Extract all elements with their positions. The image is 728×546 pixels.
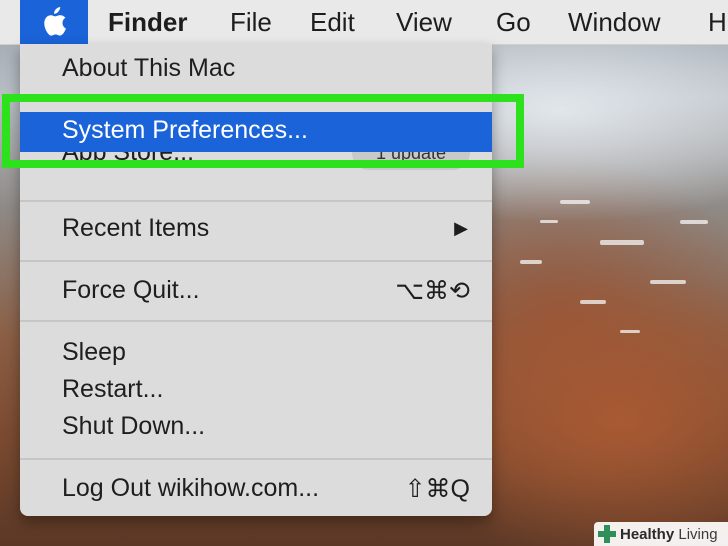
apple-menu-button[interactable]	[20, 0, 88, 44]
submenu-arrow-icon: ▶	[454, 218, 468, 238]
plus-logo-icon	[598, 525, 616, 543]
annotation-highlight-box	[2, 94, 524, 168]
recent-items-label: Recent Items	[62, 214, 210, 242]
shut-down-label: Shut Down...	[62, 412, 206, 440]
healthy-living-watermark: Healthy Living	[594, 522, 728, 546]
watermark-text: Healthy Living	[620, 526, 718, 543]
menu-edit[interactable]: Edit	[310, 0, 355, 44]
wallpaper-detail	[600, 240, 644, 245]
log-out-label: Log Out wikihow.com...	[62, 474, 320, 502]
menu-separator	[20, 260, 492, 262]
wallpaper-detail	[540, 220, 558, 223]
menu-bar: Finder File Edit View Go Window H	[0, 0, 728, 45]
menu-separator	[20, 200, 492, 202]
menu-help[interactable]: H	[708, 0, 727, 44]
menu-view[interactable]: View	[396, 0, 452, 44]
wallpaper-detail	[620, 330, 640, 333]
about-this-mac-item[interactable]: About This Mac	[20, 50, 492, 88]
wallpaper-detail	[560, 200, 590, 204]
wallpaper-detail	[680, 220, 708, 224]
menu-finder[interactable]: Finder	[108, 0, 187, 44]
log-out-item[interactable]: Log Out wikihow.com... ⇧⌘Q	[20, 470, 492, 508]
menu-window[interactable]: Window	[568, 0, 660, 44]
force-quit-shortcut: ⌥⌘⟲	[395, 277, 470, 305]
log-out-shortcut: ⇧⌘Q	[404, 475, 470, 503]
watermark-suffix: Living	[674, 525, 718, 543]
menu-go[interactable]: Go	[496, 0, 531, 44]
sleep-item[interactable]: Sleep	[20, 334, 492, 372]
menu-separator	[20, 320, 492, 322]
sleep-label: Sleep	[62, 338, 126, 366]
menu-separator	[20, 458, 492, 460]
wallpaper-detail	[650, 280, 686, 284]
restart-label: Restart...	[62, 375, 164, 403]
force-quit-label: Force Quit...	[62, 276, 200, 304]
recent-items-item[interactable]: Recent Items ▶	[20, 210, 492, 248]
restart-item[interactable]: Restart...	[20, 371, 492, 409]
apple-icon	[44, 7, 66, 36]
shut-down-item[interactable]: Shut Down...	[20, 408, 492, 446]
watermark-brand: Healthy	[620, 525, 675, 543]
wallpaper-detail	[520, 260, 542, 264]
force-quit-item[interactable]: Force Quit... ⌥⌘⟲	[20, 272, 492, 310]
menu-file[interactable]: File	[230, 0, 272, 44]
wallpaper-detail	[580, 300, 606, 304]
about-this-mac-label: About This Mac	[62, 54, 236, 82]
